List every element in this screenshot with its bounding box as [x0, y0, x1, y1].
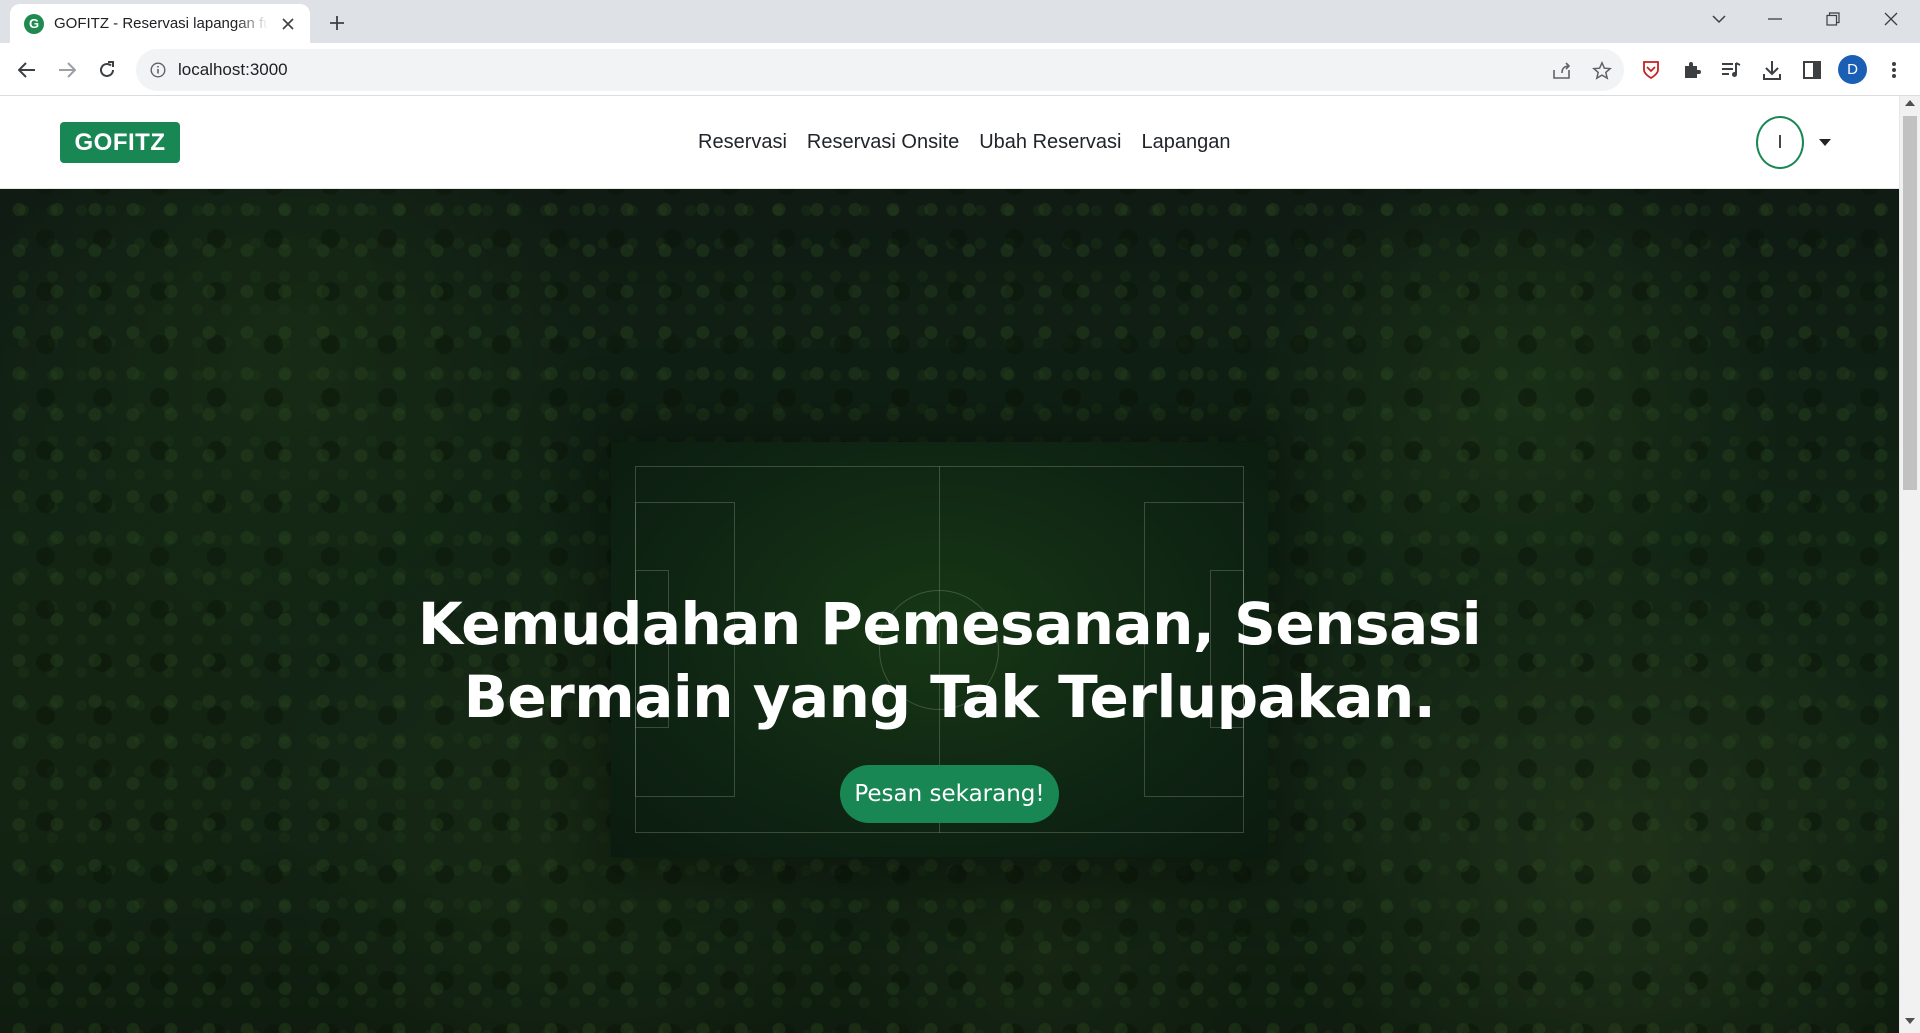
page-scrollbar[interactable]: [1899, 96, 1920, 1033]
bookmark-star-icon[interactable]: [1590, 59, 1614, 83]
browser-toolbar: localhost:3000 D: [0, 43, 1920, 96]
side-panel-icon[interactable]: [1799, 57, 1825, 83]
address-bar[interactable]: localhost:3000: [136, 49, 1624, 91]
tab-search-icon[interactable]: [1694, 0, 1744, 38]
close-window-icon[interactable]: [1866, 0, 1916, 38]
restore-icon[interactable]: [1808, 0, 1858, 38]
tab-title: GOFITZ - Reservasi lapangan futsal: [54, 15, 268, 32]
puzzle-extensions-icon[interactable]: [1679, 57, 1705, 83]
profile-avatar[interactable]: D: [1838, 55, 1867, 84]
nav-link-reservasi-onsite[interactable]: Reservasi Onsite: [807, 131, 959, 154]
back-arrow-icon[interactable]: [10, 53, 44, 87]
tab-favicon-icon: G: [24, 13, 44, 34]
nav-link-ubah-reservasi[interactable]: Ubah Reservasi: [979, 131, 1121, 154]
book-now-button[interactable]: Pesan sekarang!: [840, 765, 1059, 823]
extension-shield-icon[interactable]: [1638, 57, 1664, 83]
kebab-menu-icon[interactable]: [1881, 57, 1907, 83]
site-navbar: GOFITZ Reservasi Reservasi Onsite Ubah R…: [0, 96, 1899, 189]
hero-title-line-1: Kemudahan Pemesanan, Sensasi: [417, 590, 1482, 658]
minimize-icon[interactable]: [1750, 0, 1800, 38]
hero-title: Kemudahan Pemesanan, Sensasi Bermain yan…: [0, 588, 1899, 734]
forward-arrow-icon[interactable]: [50, 53, 84, 87]
nav-link-reservasi[interactable]: Reservasi: [698, 131, 787, 154]
new-tab-button[interactable]: [322, 8, 352, 38]
info-icon[interactable]: [148, 60, 168, 80]
browser-tab[interactable]: G GOFITZ - Reservasi lapangan futsal: [10, 4, 310, 43]
download-icon[interactable]: [1759, 57, 1785, 83]
url-text[interactable]: localhost:3000: [178, 60, 288, 80]
scroll-up-icon[interactable]: [1905, 100, 1915, 106]
scroll-thumb[interactable]: [1903, 116, 1917, 490]
nav-menu: Reservasi Reservasi Onsite Ubah Reservas…: [698, 96, 1230, 189]
hero-section: Kemudahan Pemesanan, Sensasi Bermain yan…: [0, 189, 1899, 1033]
browser-tab-strip: G GOFITZ - Reservasi lapangan futsal: [0, 0, 1920, 43]
scroll-down-icon[interactable]: [1905, 1018, 1915, 1024]
reload-icon[interactable]: [90, 53, 124, 87]
playlist-icon[interactable]: [1718, 57, 1744, 83]
tab-close-icon[interactable]: [276, 12, 300, 36]
nav-link-lapangan[interactable]: Lapangan: [1142, 131, 1231, 154]
hero-title-line-2: Bermain yang Tak Terlupakan.: [463, 663, 1436, 731]
brand-logo[interactable]: GOFITZ: [60, 122, 180, 163]
page-viewport: GOFITZ Reservasi Reservasi Onsite Ubah R…: [0, 96, 1899, 1033]
user-avatar[interactable]: I: [1756, 116, 1804, 169]
caret-down-icon[interactable]: [1819, 139, 1831, 146]
share-icon[interactable]: [1550, 59, 1574, 83]
